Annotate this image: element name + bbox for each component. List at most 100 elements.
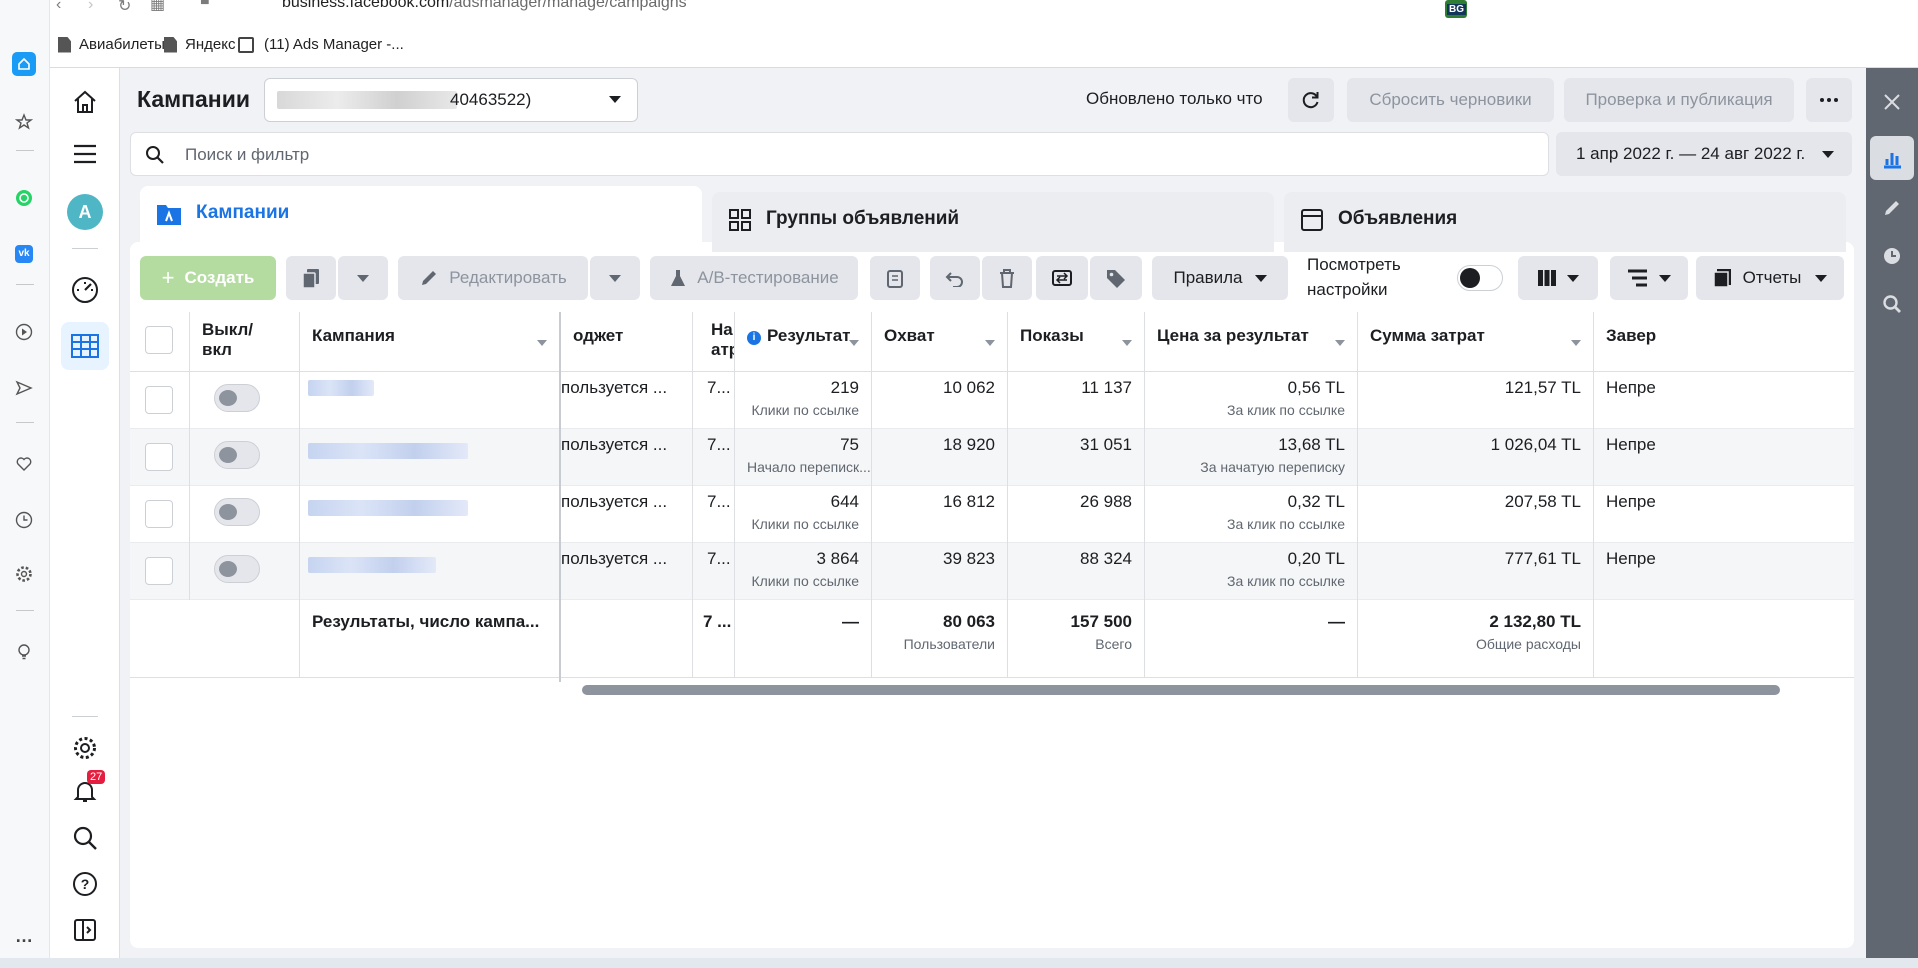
history-icon[interactable]	[12, 508, 36, 532]
forward-icon[interactable]: ›	[88, 0, 93, 14]
back-icon[interactable]: ‹	[56, 0, 61, 14]
heart-icon[interactable]	[12, 452, 36, 476]
table-row[interactable]: пользуется ... 7... 644 Клики по ссылке 1…	[130, 486, 1854, 543]
table-row[interactable]: пользуется ... 7... 75 Начало переписк...…	[130, 429, 1854, 486]
header-impressions[interactable]: Показы	[1008, 312, 1145, 372]
tabs-grid-icon[interactable]: ▦	[150, 0, 165, 14]
settings-icon[interactable]	[12, 562, 36, 586]
undo-button[interactable]	[930, 256, 980, 300]
info-icon[interactable]: i	[747, 331, 761, 345]
search-bar[interactable]	[130, 132, 1549, 176]
header-attribution[interactable]: На атр	[693, 312, 735, 372]
columns-button[interactable]	[1518, 256, 1598, 300]
avatar[interactable]: A	[67, 194, 103, 230]
account-select[interactable]: 40463522)	[264, 78, 638, 122]
rules-button[interactable]: Правила	[1152, 256, 1288, 300]
tab-campaigns[interactable]: Кампании	[140, 186, 702, 246]
search-input[interactable]	[185, 143, 785, 167]
lock-icon: ■	[200, 0, 210, 9]
campaign-name-cell[interactable]	[300, 486, 560, 543]
whatsapp-icon[interactable]	[12, 186, 36, 210]
result-value: 3 864	[816, 549, 859, 568]
more-options-button[interactable]	[1806, 78, 1852, 122]
edit-button[interactable]: Редактировать	[398, 256, 588, 300]
compare-button[interactable]	[1036, 256, 1088, 300]
campaign-toggle[interactable]	[214, 555, 260, 583]
close-icon[interactable]	[1876, 86, 1908, 118]
campaign-toggle[interactable]	[214, 441, 260, 469]
collapse-sidebar-icon[interactable]	[67, 912, 103, 948]
row-checkbox[interactable]	[145, 386, 173, 414]
edit-dropdown[interactable]	[590, 256, 640, 300]
refresh-button[interactable]	[1288, 78, 1334, 122]
campaign-name-cell[interactable]	[300, 543, 560, 600]
row-checkbox[interactable]	[145, 500, 173, 528]
row-checkbox[interactable]	[145, 443, 173, 471]
row-checkbox[interactable]	[145, 557, 173, 585]
menu-icon[interactable]	[67, 136, 103, 172]
tab-ads[interactable]: Объявления	[1284, 192, 1846, 252]
bookmark-item[interactable]: Яндекс	[164, 36, 235, 53]
date-range-picker[interactable]: 1 апр 2022 г. — 24 авг 2022 г.	[1556, 132, 1852, 176]
campaigns-table-icon[interactable]	[61, 322, 109, 370]
duplicate-dropdown[interactable]	[338, 256, 388, 300]
reach-cell: 39 823	[872, 543, 1008, 600]
header-budget[interactable]: оджет	[561, 312, 693, 372]
help-icon[interactable]: ?	[67, 866, 103, 902]
chart-icon[interactable]	[1870, 136, 1914, 180]
settings-icon[interactable]	[67, 730, 103, 766]
search-icon[interactable]	[67, 820, 103, 856]
frozen-column-divider	[559, 312, 561, 682]
totals-spent: 2 132,80 TL Общие расходы	[1358, 600, 1594, 678]
ad-window-icon	[1300, 208, 1324, 232]
address-bar[interactable]: business.facebook.com/adsmanager/manage/…	[282, 0, 687, 12]
select-all-checkbox[interactable]	[145, 326, 173, 354]
clock-icon[interactable]	[1876, 240, 1908, 272]
header-campaign[interactable]: Кампания	[300, 312, 560, 372]
pencil-icon	[422, 271, 437, 285]
play-icon[interactable]	[12, 320, 36, 344]
reports-button[interactable]: Отчеты	[1696, 256, 1844, 300]
campaign-name-cell[interactable]	[300, 372, 560, 429]
discard-drafts-button[interactable]: Сбросить черновики	[1347, 78, 1554, 122]
header-cost-per-result[interactable]: Цена за результат	[1145, 312, 1358, 372]
header-amount-spent[interactable]: Сумма затрат	[1358, 312, 1594, 372]
header-ends[interactable]: Завер	[1594, 312, 1854, 372]
dashboard-gauge-icon[interactable]	[67, 272, 103, 308]
campaign-toggle[interactable]	[214, 498, 260, 526]
send-icon[interactable]	[12, 376, 36, 400]
bookmark-image-icon	[238, 36, 254, 53]
delete-button[interactable]	[982, 256, 1032, 300]
lightbulb-icon[interactable]	[12, 640, 36, 664]
create-button[interactable]: + Создать	[140, 256, 276, 300]
zoom-search-icon[interactable]	[1876, 288, 1908, 320]
header-result[interactable]: i Результат	[735, 312, 872, 372]
review-publish-button[interactable]: Проверка и публикация	[1564, 78, 1794, 122]
breakdown-button[interactable]	[1610, 256, 1688, 300]
tag-button[interactable]	[1090, 256, 1142, 300]
extension-badge[interactable]: BG	[1445, 0, 1467, 18]
more-icon[interactable]: …	[12, 924, 36, 948]
home-icon[interactable]	[12, 52, 36, 76]
reload-icon[interactable]: ↻	[118, 0, 131, 16]
clipboard-button[interactable]	[870, 256, 920, 300]
header-reach[interactable]: Охват	[872, 312, 1008, 372]
bell-icon[interactable]: 27	[67, 770, 106, 810]
star-icon[interactable]	[12, 110, 36, 134]
header-toggle[interactable]: Выкл/ вкл	[190, 312, 300, 372]
bookmark-item[interactable]: (11) Ads Manager -...	[238, 36, 404, 53]
bookmark-item[interactable]: Авиабилеты	[58, 36, 165, 53]
view-settings-toggle[interactable]	[1457, 265, 1503, 291]
pencil-icon[interactable]	[1876, 192, 1908, 224]
duplicate-button[interactable]	[286, 256, 336, 300]
campaign-toggle[interactable]	[214, 384, 260, 412]
table-row[interactable]: пользуется ... 7... 3 864 Клики по ссылке…	[130, 543, 1854, 600]
create-label: Создать	[184, 268, 255, 287]
home-icon[interactable]	[67, 84, 103, 120]
table-row[interactable]: пользуется ... 7... 219 Клики по ссылке 1…	[130, 372, 1854, 429]
horizontal-scrollbar[interactable]	[582, 685, 1780, 695]
ab-test-button[interactable]: A/B-тестирование	[650, 256, 858, 300]
tab-adsets[interactable]: Группы объявлений	[712, 192, 1274, 252]
vk-icon[interactable]: vk	[12, 242, 36, 266]
campaign-name-cell[interactable]	[300, 429, 560, 486]
